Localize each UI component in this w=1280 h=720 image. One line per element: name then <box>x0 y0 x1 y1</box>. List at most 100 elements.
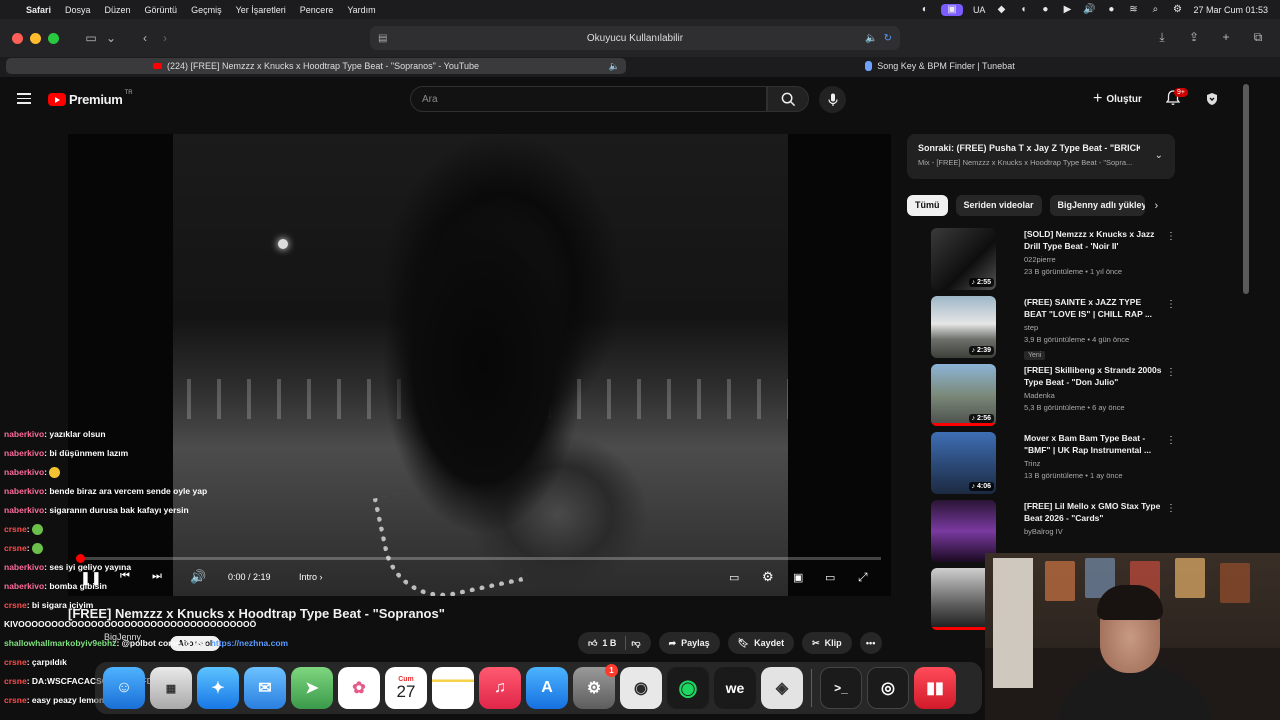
more-vert-icon[interactable]: ⋮ <box>1166 435 1176 446</box>
chip-all[interactable]: Tümü <box>907 195 948 216</box>
chevron-down-icon[interactable]: ⌄ <box>1155 150 1163 161</box>
rec-channel[interactable]: 022pierre <box>1024 255 1164 264</box>
rec-title[interactable]: Mover x Bam Bam Type Beat - "BMF" | UK R… <box>1024 432 1164 456</box>
airplay-icon[interactable]: ▭ <box>825 571 835 584</box>
voice-search-button[interactable] <box>819 86 846 113</box>
steam-icon[interactable]: ◉ <box>620 667 662 709</box>
terminal-icon[interactable]: >_ <box>820 667 862 709</box>
thumbs-down-icon[interactable]: 👎︎ <box>631 638 640 649</box>
fullscreen-icon[interactable]: ⤢ <box>858 570 868 585</box>
more-actions-button[interactable]: ••• <box>859 632 882 654</box>
status-app-icon[interactable]: ◐ <box>919 4 931 16</box>
rec-channel[interactable]: step <box>1024 323 1164 332</box>
play-icon[interactable]: ▶ <box>1061 4 1073 16</box>
maps-icon[interactable]: ➤ <box>291 667 333 709</box>
vpn-icon[interactable]: ◆ <box>995 4 1007 16</box>
music-icon[interactable]: ♫ <box>479 667 521 709</box>
subtitles-icon[interactable]: ▭ <box>729 571 739 584</box>
minimize-window-button[interactable] <box>30 32 41 44</box>
menu-app-name[interactable]: Safari <box>26 5 51 15</box>
more-vert-icon[interactable]: ⋮ <box>1166 299 1176 310</box>
input-language[interactable]: UA <box>973 5 986 15</box>
spotify-icon[interactable]: ◉ <box>667 667 709 709</box>
mail-icon[interactable]: ✉ <box>244 667 286 709</box>
chip-uploader[interactable]: BigJenny adlı yükleyic <box>1049 195 1145 216</box>
menu-bookmarks[interactable]: Yer İşaretleri <box>236 5 286 15</box>
more-vert-icon[interactable]: ⋮ <box>1166 503 1176 514</box>
settings-gear-icon[interactable]: ⚙ <box>762 569 774 585</box>
forward-arrow-icon[interactable]: › <box>155 31 175 45</box>
menu-edit[interactable]: Düzen <box>105 5 131 15</box>
create-button[interactable]: + Oluştur <box>1093 90 1142 108</box>
list-item[interactable]: ♪ 2:39 (FREE) SAINTE x JAZZ TYPE BEAT "L… <box>907 296 1187 364</box>
media-app-icon[interactable]: ▮▮ <box>914 667 956 709</box>
record-icon[interactable]: ● <box>1039 4 1051 16</box>
volume-icon[interactable]: 🔊 <box>1083 4 1095 16</box>
video-thumbnail[interactable]: ♪ 4:06 <box>931 432 996 494</box>
launchpad-icon[interactable]: ▦ <box>150 667 192 709</box>
video-thumbnail[interactable]: ♪ 2:56 <box>931 364 996 426</box>
rec-channel[interactable]: Trinz <box>1024 459 1164 468</box>
clip-button[interactable]: ✂ Klip <box>802 632 852 654</box>
list-item[interactable]: ♪ 2:55 [SOLD] Nemzzz x Knucks x Jazz Dri… <box>907 228 1187 296</box>
tab-tunebat[interactable]: Song Key & BPM Finder | Tunebat <box>630 58 1250 74</box>
user-icon[interactable]: ● <box>1105 4 1117 16</box>
video-thumbnail[interactable]: ♪ 2:39 <box>931 296 996 358</box>
address-bar[interactable]: ▤ Okuyucu Kullanılabilir 🔈 ↻ <box>370 26 900 50</box>
share-icon[interactable]: ⇪ <box>1184 30 1204 45</box>
more-vert-icon[interactable]: ⋮ <box>1166 231 1176 242</box>
wifi-icon[interactable]: ≋ <box>1127 4 1139 16</box>
screen-record-icon[interactable]: ▣ <box>940 3 963 16</box>
notes-icon[interactable] <box>432 667 474 709</box>
menu-window[interactable]: Pencere <box>300 5 334 15</box>
obs-icon[interactable]: ◎ <box>867 667 909 709</box>
back-arrow-icon[interactable]: ‹ <box>135 31 155 45</box>
calendar-icon[interactable]: Cum 27 <box>385 667 427 709</box>
discord-icon[interactable]: ◖ <box>1017 4 1029 16</box>
list-item[interactable]: ♪ 4:06 Mover x Bam Bam Type Beat - "BMF"… <box>907 432 1187 500</box>
tab-audio-icon[interactable]: 🔈 <box>609 61 620 72</box>
rec-title[interactable]: (FREE) SAINTE x JAZZ TYPE BEAT "LOVE IS"… <box>1024 296 1164 320</box>
audio-playing-icon[interactable]: 🔈 <box>865 33 877 44</box>
list-item[interactable]: ♪ 2:56 [FREE] Skillibeng x Strandz 2000s… <box>907 364 1187 432</box>
share-button[interactable]: ➦ Paylaş <box>658 632 720 654</box>
reader-mode-icon[interactable]: ▤ <box>378 33 387 44</box>
reload-icon[interactable]: ↻ <box>884 33 892 44</box>
menubar-clock[interactable]: 27 Mar Cum 01:53 <box>1193 5 1268 15</box>
rec-channel[interactable]: byBalrog IV <box>1024 527 1164 536</box>
safari-icon[interactable]: ✦ <box>197 667 239 709</box>
youtube-premium-logo[interactable]: Premium TR <box>48 90 133 107</box>
zoom-window-button[interactable] <box>48 32 59 44</box>
search-icon[interactable]: ⌕ <box>1149 4 1161 16</box>
app-store-icon[interactable]: A <box>526 667 568 709</box>
menu-view[interactable]: Görüntü <box>145 5 178 15</box>
tab-youtube[interactable]: (224) [FREE] Nemzzz x Knucks x Hoodtrap … <box>6 58 626 74</box>
search-input[interactable]: Ara <box>410 86 767 112</box>
like-button[interactable]: 👍︎ 1 B 👎︎ <box>578 632 651 654</box>
menu-icon[interactable] <box>17 93 31 104</box>
rec-channel[interactable]: Madenka <box>1024 391 1164 400</box>
close-window-button[interactable] <box>12 32 23 44</box>
finder-icon[interactable]: ☺ <box>103 667 145 709</box>
chevron-right-icon[interactable]: › <box>1155 200 1159 212</box>
menu-history[interactable]: Geçmiş <box>191 5 222 15</box>
rec-title[interactable]: [FREE] Skillibeng x Strandz 2000s Type B… <box>1024 364 1164 388</box>
up-next-card[interactable]: Sonraki: (FREE) Pusha T x Jay Z Type Bea… <box>907 134 1175 179</box>
save-button[interactable]: 🔖︎ Kaydet <box>727 632 795 654</box>
chip-series[interactable]: Seriden videolar <box>955 195 1042 216</box>
downloads-icon[interactable]: ⤓ <box>1152 30 1172 45</box>
avatar[interactable] <box>1205 92 1219 106</box>
system-settings-icon[interactable]: ⚙ 1 <box>573 664 618 709</box>
tab-overview-icon[interactable]: ⧉ <box>1248 30 1268 45</box>
search-button[interactable] <box>767 86 809 112</box>
sidebar-toggle-icon[interactable]: ▭ <box>81 31 101 45</box>
video-thumbnail[interactable]: ♪ 2:55 <box>931 228 996 290</box>
rec-title[interactable]: [FREE] Lil Mello x GMO Stax Type Beat 20… <box>1024 500 1164 524</box>
game-app-icon[interactable]: ◈ <box>761 667 803 709</box>
menu-file[interactable]: Dosya <box>65 5 91 15</box>
photos-icon[interactable]: ✿ <box>338 667 380 709</box>
wechat-icon[interactable]: we <box>714 667 756 709</box>
page-scrollbar[interactable] <box>1243 84 1249 294</box>
rec-title[interactable]: [SOLD] Nemzzz x Knucks x Jazz Drill Type… <box>1024 228 1164 252</box>
new-tab-icon[interactable]: + <box>1216 30 1236 45</box>
